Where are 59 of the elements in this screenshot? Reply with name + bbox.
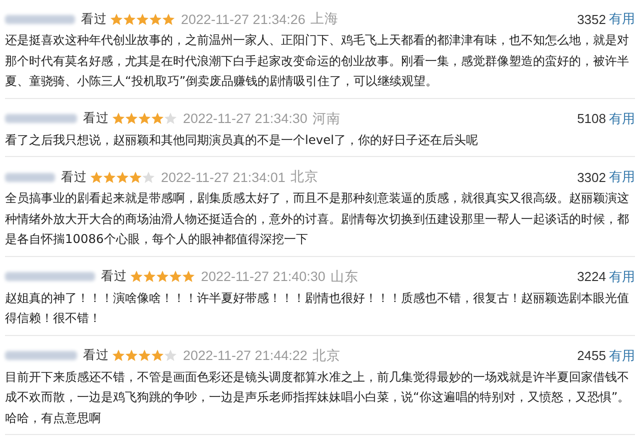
- star-icon: [151, 349, 164, 362]
- blurred-username: [5, 172, 55, 182]
- star-icon: [138, 112, 151, 125]
- review-time: 2022-11-27 21:34:30: [183, 111, 308, 126]
- watched-label: 看过: [101, 268, 127, 285]
- star-icon: [138, 349, 151, 362]
- star-icon: [143, 270, 156, 283]
- review-text: 还是挺喜欢这种年代创业故事的，之前温州一家人、正阳门下、鸡毛飞上天都看的都津津有味，也不知怎么地，就是对那个时代有莫名好感，尤其是在时代浪潮下白手起家改变命运的创业故事。刚看一集，感觉群像塑造的蛮好的，被许半夏、童骁骑、小陈三人“投机取巧”倒卖废品赚钱的剧情吸引住了，可以继续观望。: [5, 32, 630, 90]
- review-location: 上海: [310, 10, 338, 28]
- review-location: 河南: [312, 110, 340, 128]
- star-icon: [90, 170, 103, 184]
- star-icon: [136, 12, 149, 26]
- review-location: 北京: [290, 168, 318, 186]
- blurred-username: [5, 114, 77, 123]
- star-icon: [164, 349, 177, 362]
- vote-count: 3352: [577, 12, 606, 26]
- review-text: 赵姐真的神了！！！演啥像啥！！！许半夏好带感！！！剧情也很好！！！质感也不错，很复古！赵丽颖选剧本眼光值得信赖！很不错！: [5, 290, 630, 327]
- watched-label: 看过: [83, 110, 109, 127]
- watched-label: 看过: [61, 168, 87, 186]
- star-icon: [129, 170, 142, 184]
- review-time: 2022-11-27 21:40:30: [201, 269, 326, 284]
- star-icon: [149, 12, 162, 26]
- star-icon: [182, 270, 195, 283]
- star-icon: [112, 112, 125, 125]
- useful-link[interactable]: 有用: [609, 10, 635, 28]
- useful-link[interactable]: 有用: [609, 168, 635, 186]
- review-location: 北京: [312, 346, 340, 364]
- review-time: 2022-11-27 21:34:26: [181, 12, 306, 26]
- star-icon: [103, 170, 116, 184]
- review-text: 看了之后我只想说，赵丽颖和其他同期演员真的不是一个level了，你的好日子还在后头呢: [5, 132, 479, 148]
- useful-link[interactable]: 有用: [609, 268, 635, 286]
- useful-link[interactable]: 有用: [609, 346, 635, 364]
- vote-count: 5108: [577, 111, 606, 126]
- star-icon: [123, 12, 136, 26]
- star-icon: [151, 112, 164, 125]
- vote-count: 2455: [577, 348, 606, 363]
- vote-count: 3224: [577, 269, 606, 284]
- star-icon: [162, 12, 175, 26]
- blurred-username: [5, 14, 75, 24]
- star-icon: [142, 170, 155, 184]
- star-icon: [130, 270, 143, 283]
- review-time: 2022-11-27 21:44:22: [183, 348, 308, 363]
- star-icon: [110, 12, 123, 26]
- blurred-username: [5, 351, 77, 360]
- star-icon: [164, 112, 177, 125]
- star-icon: [125, 112, 138, 125]
- vote-count: 3302: [577, 170, 606, 184]
- star-icon: [125, 349, 138, 362]
- star-icon: [116, 170, 129, 184]
- watched-label: 看过: [81, 10, 107, 28]
- review-text: 目前开下来质感还不错，不管是画面色彩还是镜头调度都算水准之上，前几集觉得最妙的一场戏就是许半夏回家借钱不成不欢而散，一边是鸡飞狗跳的争吵，一边是声乐老师指挥妹妹唱小白菜，说“你这遍唱的特别对，又愤怒，又恐惧”。哈哈，有点意思啊: [5, 368, 631, 426]
- star-icon: [169, 270, 182, 283]
- useful-link[interactable]: 有用: [609, 110, 635, 128]
- review-time: 2022-11-27 21:34:01: [161, 170, 286, 184]
- review-text: 全员搞事业的剧看起来就是带感啊，剧集质感太好了，而且不是那种刻意装逼的质感，就很真实又很高级。赵丽颖演这种情绪外放大开大合的商场油滑人物还挺适合的，意外的讨喜。剧情每次切换到伍建设那里一帮人一起谈话的时候，都是各自怀揣10086个心眼，每个人的眼神都值得深挖一下: [5, 190, 630, 248]
- star-icon: [112, 349, 125, 362]
- watched-label: 看过: [83, 347, 109, 364]
- review-location: 山东: [330, 268, 358, 286]
- star-icon: [156, 270, 169, 283]
